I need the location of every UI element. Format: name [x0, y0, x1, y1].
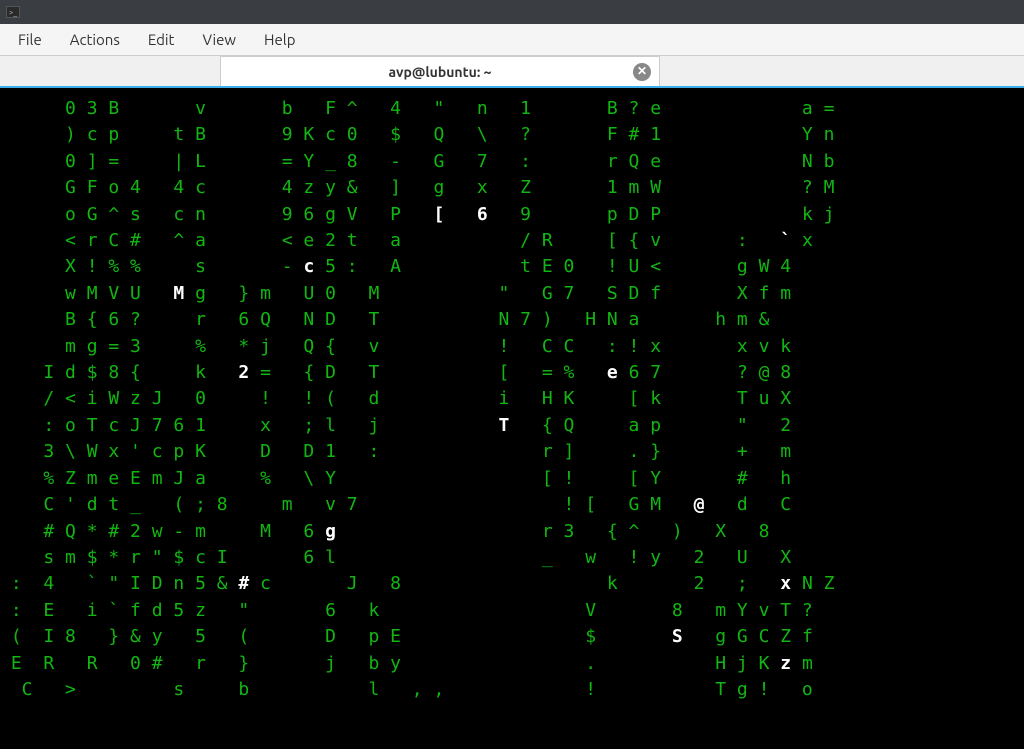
terminal-output[interactable]: 0 3 B v b F ^ 4 " n 1 B ? e a = ) c p t … [0, 88, 1024, 749]
matrix-line: : o T c J 7 6 1 x ; l j T { Q a p " 2 [0, 413, 1024, 439]
matrix-line: / < i W z J 0 ! ! ( d i H K [ k T u X [0, 386, 1024, 412]
menu-help[interactable]: Help [250, 27, 309, 52]
window-titlebar: >_ [0, 0, 1024, 24]
menu-view[interactable]: View [188, 27, 250, 52]
matrix-line: w M V U M g } m U 0 M " G 7 S D f X f m [0, 281, 1024, 307]
matrix-line: G F o 4 4 c 4 z y & ] g x Z 1 m W ? M [0, 175, 1024, 201]
terminal-app-icon: >_ [6, 6, 20, 18]
matrix-line: C ' d t _ ( ; 8 m v 7 ! [ G M @ d C [0, 492, 1024, 518]
matrix-line: ( I 8 } & y 5 ( D p E $ S g G C Z f [0, 624, 1024, 650]
matrix-line: o G ^ s c n 9 6 g V P [ 6 9 p D P k j [0, 202, 1024, 228]
matrix-line: 0 ] = | L = Y _ 8 - G 7 : r Q e N b [0, 149, 1024, 175]
terminal-tab[interactable]: avp@lubuntu: ~ ✕ [220, 56, 660, 86]
tab-bar: avp@lubuntu: ~ ✕ [0, 56, 1024, 88]
matrix-line: m g = 3 % * j Q { v ! C C : ! x x v k [0, 334, 1024, 360]
matrix-line: I d $ 8 { k 2 = { D T [ = % e 6 7 ? @ 8 [0, 360, 1024, 386]
matrix-line: < r C # ^ a < e 2 t a / R [ { v : ` x [0, 228, 1024, 254]
matrix-line: % Z m e E m J a % \ Y [ ! [ Y # h [0, 466, 1024, 492]
close-icon[interactable]: ✕ [633, 63, 651, 81]
matrix-line: s m $ * r " $ c I 6 l _ w ! y 2 U X [0, 545, 1024, 571]
menu-actions[interactable]: Actions [56, 27, 134, 52]
matrix-line: : 4 ` " I D n 5 & # c J 8 k 2 ; x N Z [0, 571, 1024, 597]
matrix-line: X ! % % s - c 5 : A t E 0 ! U < g W 4 [0, 254, 1024, 280]
menubar: File Actions Edit View Help [0, 24, 1024, 56]
menu-file[interactable]: File [4, 27, 56, 52]
matrix-line: E R R 0 # r } j b y . H j K z m [0, 651, 1024, 677]
tab-title: avp@lubuntu: ~ [389, 64, 492, 80]
matrix-line: ) c p t B 9 K c 0 $ Q \ ? F # 1 Y n [0, 122, 1024, 148]
menu-edit[interactable]: Edit [134, 27, 189, 52]
matrix-line: 0 3 B v b F ^ 4 " n 1 B ? e a = [0, 96, 1024, 122]
matrix-line: : E i ` f d 5 z " 6 k V 8 m Y v T ? [0, 598, 1024, 624]
matrix-line: # Q * # 2 w - m M 6 g r 3 { ^ ) X 8 [0, 519, 1024, 545]
matrix-line: 3 \ W x ' c p K D D 1 : r ] . } + m [0, 439, 1024, 465]
matrix-line: B { 6 ? r 6 Q N D T N 7 ) H N a h m & [0, 307, 1024, 333]
matrix-line: C > s b l , , ! T g ! o [0, 677, 1024, 703]
